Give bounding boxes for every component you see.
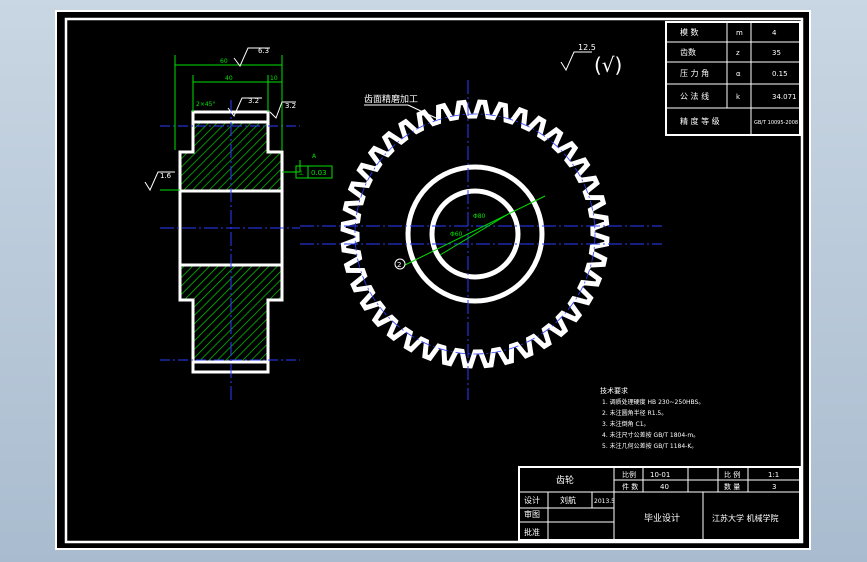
general-roughness-paren: (√) [594,53,622,77]
tech-requirement-line: 2. 未注圆角半径 R1.5。 [602,409,667,417]
roughness-right-value: 3.2 [285,102,296,110]
param-value: GB/T 10095-2008 [754,120,798,126]
drawing-sheet: 6.3 3.2 3.2 1.6 60 40 10 2×45° ⊥ 0.03 A … [55,10,811,550]
tolerance-value: 0.03 [311,169,327,177]
bore-diameter: Φ60 [450,231,463,238]
tb-material: 10-01 [650,471,670,479]
param-symbol: z [736,49,740,57]
tb-label-qty: 件 数 [622,482,638,491]
general-roughness-value: 12.5 [578,43,596,52]
dim-width-right: 10 [270,75,278,82]
param-value: 35 [772,49,781,57]
tech-requirement-line: 3. 未注倒角 C1。 [602,420,650,428]
param-name: 精 度 等 级 [680,116,720,126]
dim-width-total: 60 [220,58,228,65]
param-value: 0.15 [772,70,788,78]
tb-project: 毕业设计 [644,512,680,524]
tb-label-material: 比例 [622,470,636,479]
tb-label-approver: 批准 [524,527,540,537]
roughness-top-value: 6.3 [258,47,269,55]
roughness-left-value: 1.6 [160,172,172,180]
param-name: 齿数 [680,47,696,57]
tolerance-symbol: ⊥ [298,169,304,177]
tb-label-weight: 数 量 [724,482,740,491]
tb-label-scale: 比 例 [724,470,740,479]
param-symbol: α [736,70,741,78]
tb-weight: 3 [772,483,776,491]
param-name: 公 法 线 [680,91,709,101]
tb-label-designer: 设计 [524,495,540,505]
tech-requirements-title: 技术要求 [600,386,628,395]
param-name: 模 数 [680,27,699,37]
cad-viewport[interactable]: 6.3 3.2 3.2 1.6 60 40 10 2×45° ⊥ 0.03 A … [0,0,867,562]
tech-requirement-line: 4. 未注尺寸公差按 GB/T 1804-m。 [602,431,699,439]
param-value: 4 [772,29,777,37]
tb-qty: 40 [660,483,669,491]
param-name: 压 力 角 [680,68,709,78]
tb-scale: 1:1 [768,471,779,479]
tb-date: 2013.5 [594,498,615,505]
tb-designer: 刘航 [560,495,576,505]
tooth-note: 齿面精磨加工 [364,93,418,105]
dim-width-mid: 40 [225,75,233,82]
param-symbol: m [736,29,743,37]
balloon-number: 2 [397,261,401,269]
roughness-mid-value: 3.2 [248,97,259,105]
hub-diameter: Φ80 [473,213,486,220]
tech-requirement-line: 5. 未注几何公差按 GB/T 1184-K。 [602,442,697,450]
param-value: 34.071 [772,93,797,101]
tech-requirement-line: 1. 调质处理硬度 HB 230~250HBS。 [602,398,704,406]
part-name: 齿轮 [556,474,574,486]
tb-school: 江苏大学 机械学院 [712,513,779,523]
tb-label-checker: 审图 [524,509,540,519]
dim-chamfer: 2×45° [196,101,215,108]
